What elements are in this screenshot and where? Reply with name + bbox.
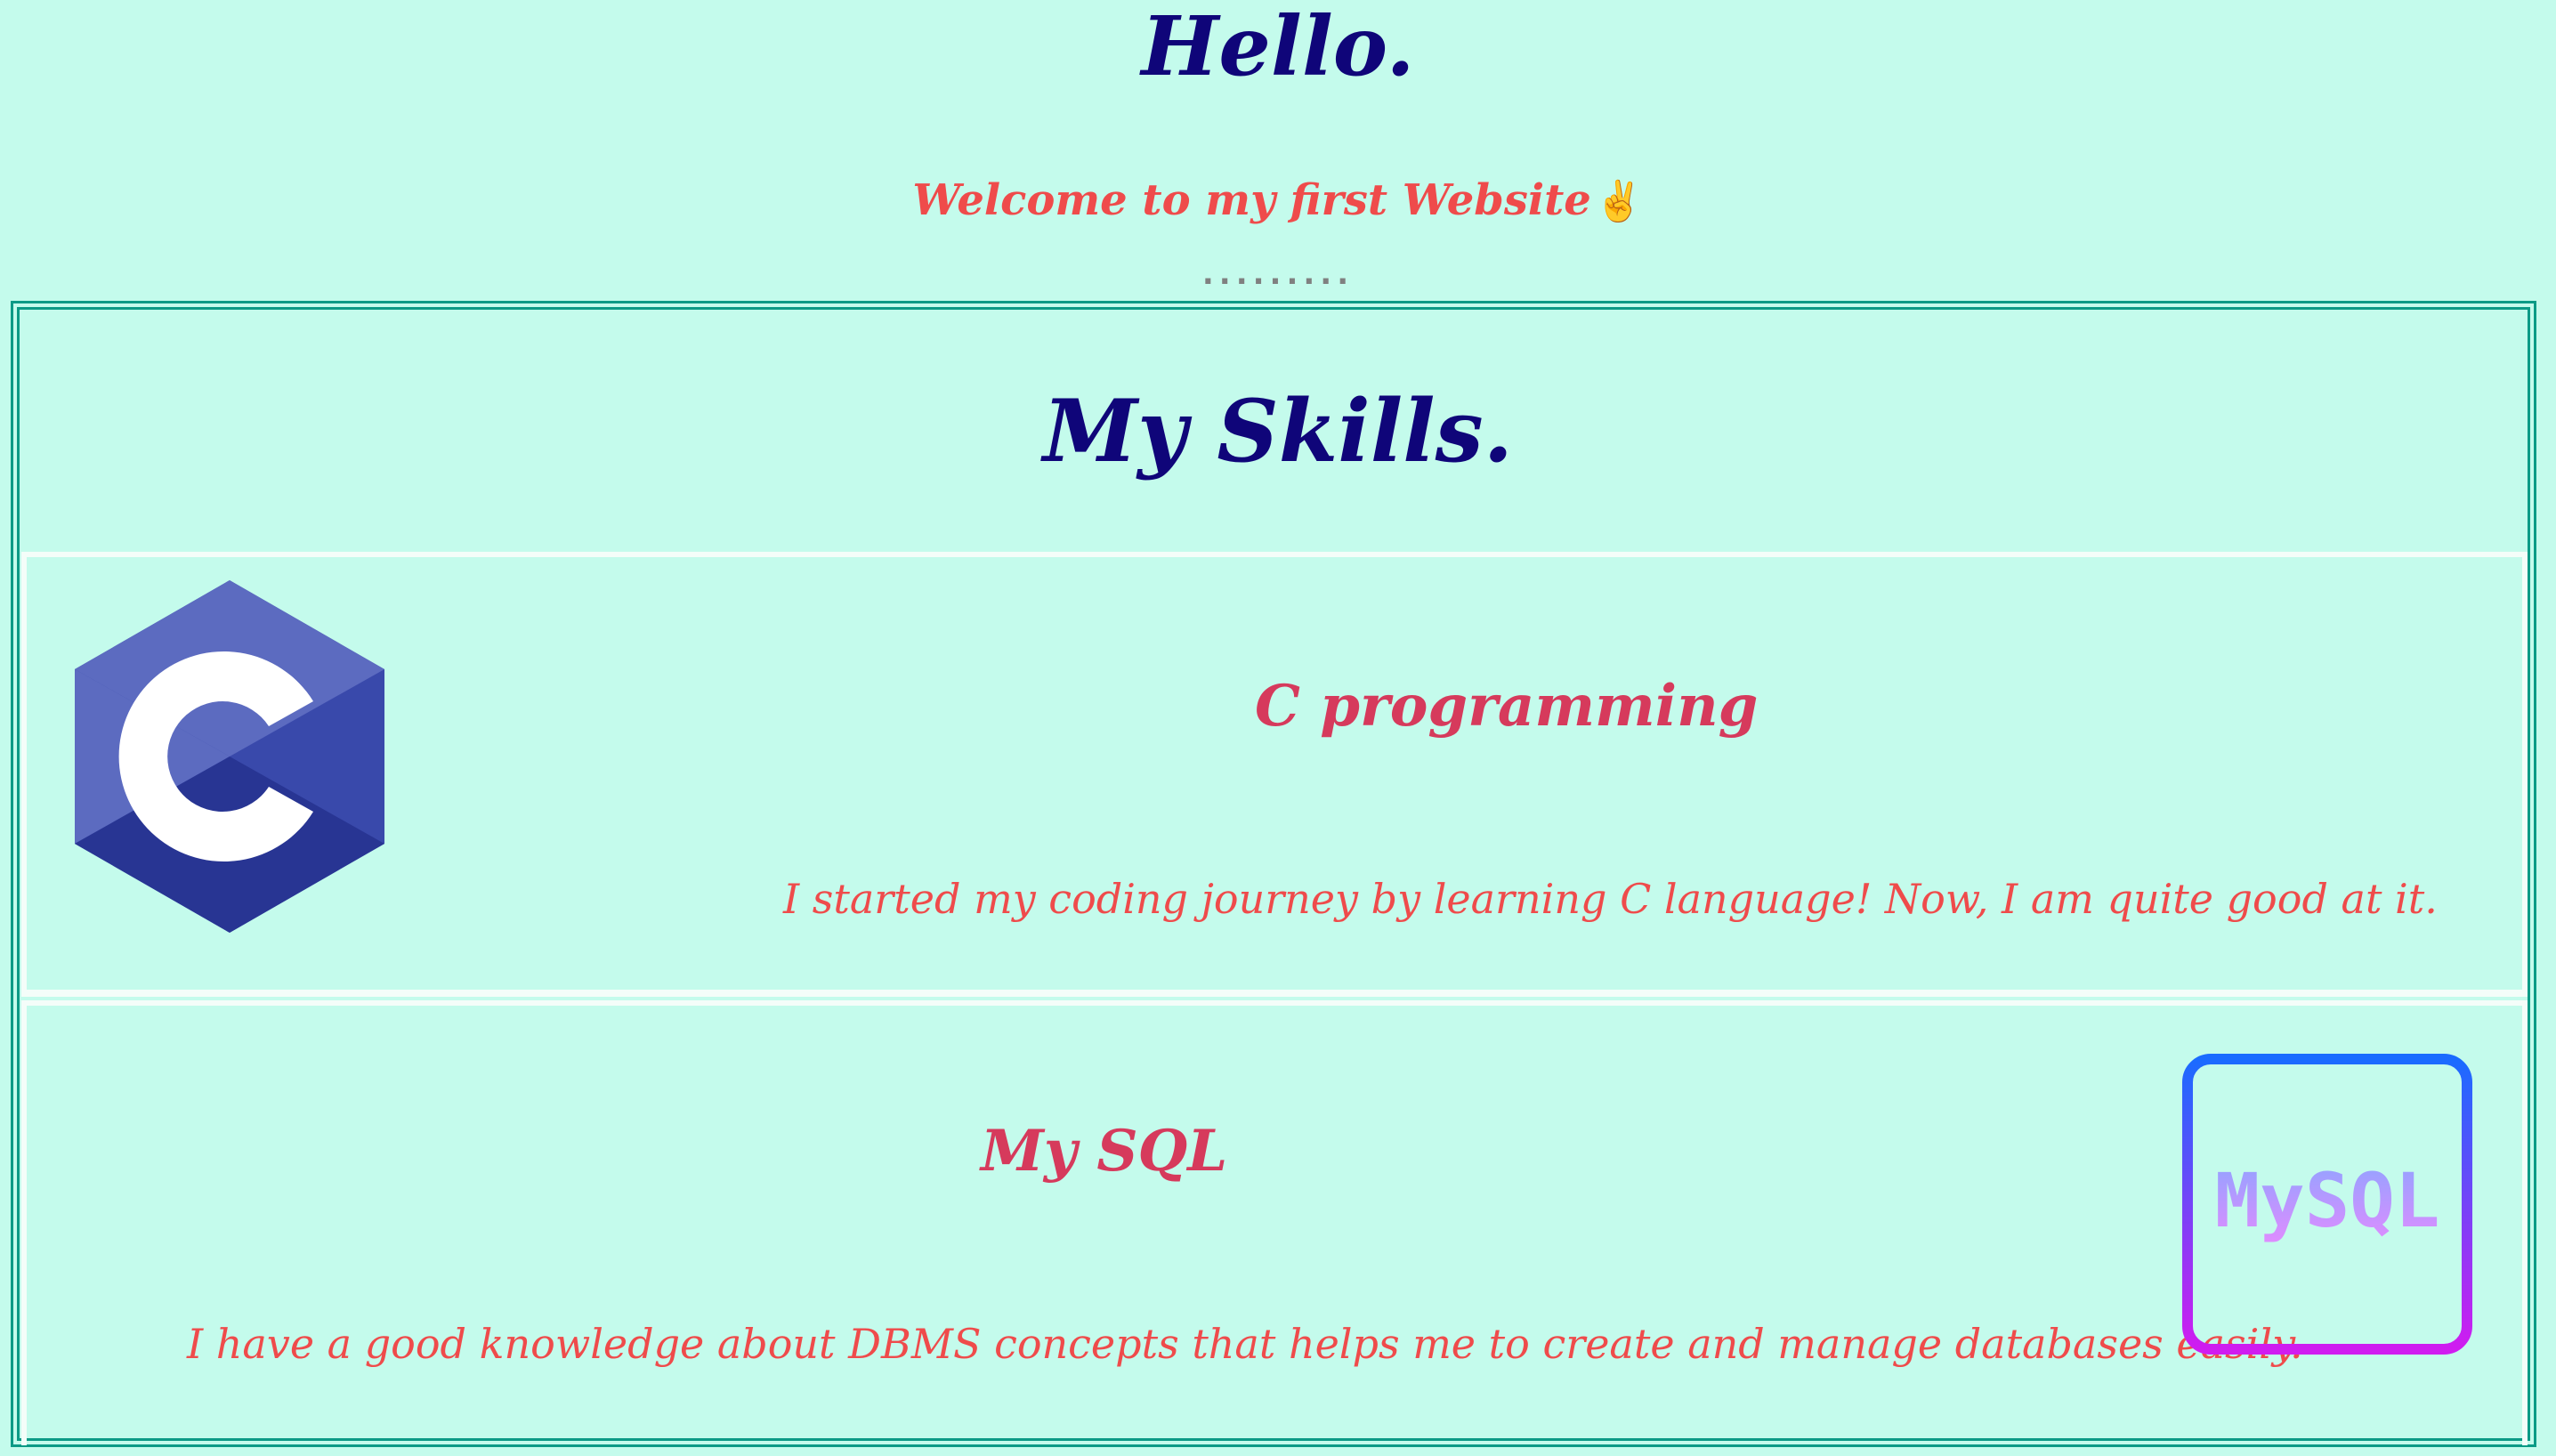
c-logo-text: C	[68, 577, 69, 578]
skill-row-c-programming: C C programming I started my coding jour…	[21, 552, 2528, 997]
divider-dots: .........	[1201, 256, 1355, 292]
skill-heading-mysql: My SQL	[981, 1118, 1228, 1185]
page-title: Hello.	[1141, 0, 1415, 94]
skill-heading-c: C programming	[1255, 673, 1759, 740]
mysql-logo-text: MySQL	[2215, 1157, 2440, 1244]
skills-title: My Skills.	[1042, 381, 1514, 481]
welcome-message: Welcome to my first Website	[912, 175, 1591, 225]
skill-description-c: I started my coding journey by learning …	[783, 875, 2438, 923]
c-language-logo-icon: C	[68, 577, 384, 933]
mysql-logo-icon: MySQL	[2182, 1054, 2472, 1355]
skill-description-mysql: I have a good knowledge about DBMS conce…	[187, 1320, 2303, 1368]
welcome-text: Welcome to my first Website✌	[0, 169, 2556, 233]
skill-row-mysql: My SQL I have a good knowledge about DBM…	[21, 1000, 2528, 1445]
victory-hand-icon: ✌	[1594, 179, 1644, 224]
